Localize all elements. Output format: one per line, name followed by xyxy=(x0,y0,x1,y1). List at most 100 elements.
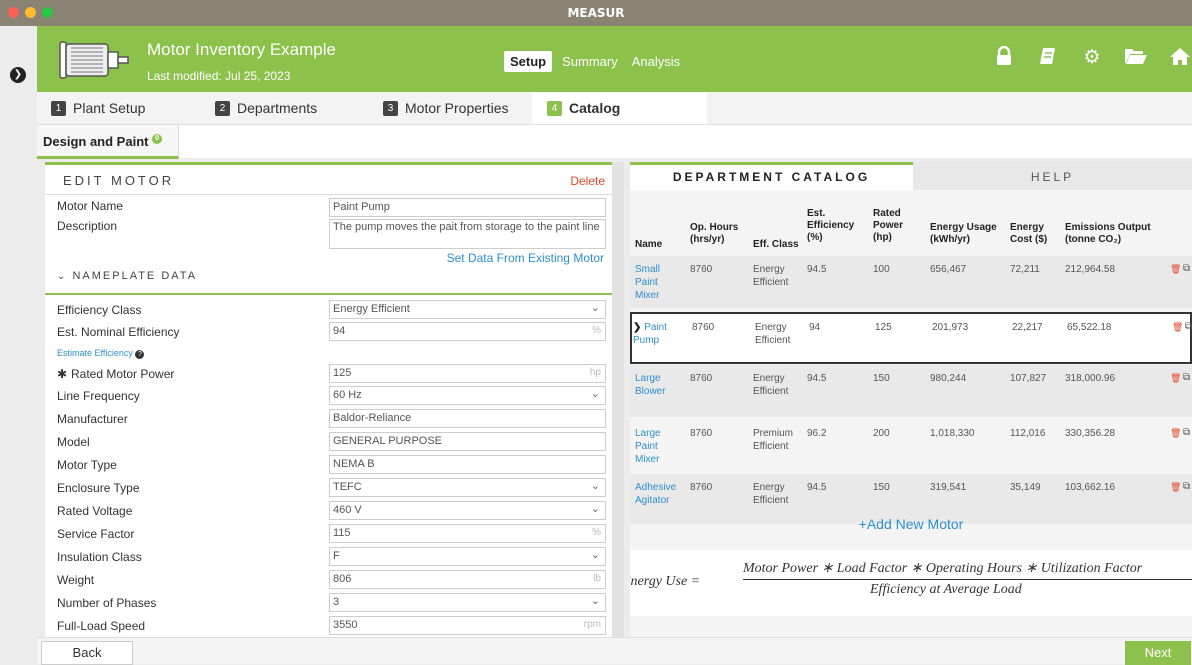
trash-icon[interactable]: 🗑 xyxy=(1172,321,1183,334)
field-label: Full-Load Speed xyxy=(57,619,146,633)
motor-name-link[interactable]: ❯ Paint Pump xyxy=(633,321,678,347)
tab-analysis[interactable]: Analysis xyxy=(628,51,684,72)
field-value: TEFC xyxy=(333,481,362,493)
window-titlebar: MEASUR xyxy=(0,0,1192,26)
unit-label: lb xyxy=(593,573,601,584)
field-value: 125 xyxy=(333,367,352,379)
field-value: Baldor-Reliance xyxy=(333,412,412,424)
field-label: Weight xyxy=(57,573,95,587)
estimate-efficiency-link[interactable]: Estimate Efficiency ? xyxy=(57,348,145,359)
field-value: NEMA B xyxy=(333,458,375,470)
home-icon[interactable] xyxy=(1168,46,1192,71)
trash-icon[interactable]: 🗑 xyxy=(1170,427,1181,440)
description-textarea[interactable]: The pump moves the pait from storage to … xyxy=(329,219,606,249)
table-cell: 100 xyxy=(873,264,890,275)
table-cell: 103,662.16 xyxy=(1065,482,1116,493)
select-field[interactable]: 460 V ⌄ xyxy=(329,501,606,520)
copy-icon[interactable]: ⧉ xyxy=(1183,480,1190,493)
input-field[interactable]: NEMA B xyxy=(329,455,606,474)
tab-design-and-paint[interactable]: Design and Paint 0 xyxy=(37,125,179,159)
field-label: Number of Phases xyxy=(57,596,157,610)
trash-icon[interactable]: 🗑 xyxy=(1170,481,1181,494)
energy-use-formula: Energy Use = Motor Power ∗ Load Factor ∗… xyxy=(630,550,1192,616)
app-title: MEASUR xyxy=(567,6,625,20)
field-label: Motor Type xyxy=(57,458,117,472)
input-field[interactable]: 806 lb xyxy=(329,570,606,589)
motor-name-link[interactable]: Small Paint Mixer xyxy=(635,263,680,302)
trash-icon[interactable]: 🗑 xyxy=(1170,372,1181,385)
field-value: 3 xyxy=(333,596,340,608)
motor-name-link[interactable]: Adhesive Agitator xyxy=(635,481,680,507)
copy-icon[interactable]: ⧉ xyxy=(1185,320,1192,333)
select-field[interactable]: F ⌄ xyxy=(329,547,606,566)
table-row[interactable]: Large Paint Mixer 8760 Premium Efficient 96… xyxy=(630,420,1192,472)
catalog-panel: DEPARTMENT CATALOG HELP Name Op. Hours (… xyxy=(630,162,1192,637)
select-field[interactable]: 60 Hz ⌄ xyxy=(329,386,606,405)
select-field[interactable]: Energy Efficient ⌄ xyxy=(329,300,606,319)
lock-icon[interactable] xyxy=(992,45,1016,71)
select-field[interactable]: TEFC ⌄ xyxy=(329,478,606,497)
trash-icon[interactable]: 🗑 xyxy=(1170,263,1181,276)
input-field[interactable]: 3550 rpm xyxy=(329,616,606,635)
table-cell: 330,356.28 xyxy=(1065,428,1116,439)
table-cell: 8760 xyxy=(690,264,713,275)
field-label: Efficiency Class xyxy=(57,303,142,317)
required-asterisk-icon: ✱ xyxy=(57,367,68,381)
back-button[interactable]: Back xyxy=(41,641,133,665)
tab-help[interactable]: HELP xyxy=(913,162,1192,190)
tab-setup[interactable]: Setup xyxy=(504,51,553,72)
table-cell: Energy Efficient xyxy=(753,482,789,506)
step-departments[interactable]: 2 Departments xyxy=(215,100,317,116)
table-cell: Energy Efficient xyxy=(753,373,789,397)
motor-name-link[interactable]: Large Paint Mixer xyxy=(635,427,680,466)
panel-divider[interactable] xyxy=(612,162,624,637)
help-circle-icon[interactable]: ? xyxy=(135,350,145,359)
set-data-from-existing-link[interactable]: Set Data From Existing Motor xyxy=(345,251,604,265)
table-cell: 980,244 xyxy=(930,373,967,384)
table-row[interactable]: ❯ Paint Pump 8760 Energy Efficient 94 125 201… xyxy=(630,312,1192,364)
header-tabs: Setup Summary Analysis xyxy=(504,51,684,72)
table-row[interactable]: Large Blower 8760 Energy Efficient 94.5 150 9… xyxy=(630,365,1192,417)
input-field[interactable]: GENERAL PURPOSE xyxy=(329,432,606,451)
input-field[interactable]: 94% xyxy=(329,322,606,341)
copy-icon[interactable]: ⧉ xyxy=(1183,426,1190,439)
field-value: Energy Efficient xyxy=(333,303,410,315)
column-header: Energy Usage (kWh/yr) xyxy=(930,222,997,245)
motor-name-input[interactable]: Paint Pump xyxy=(329,198,606,217)
tab-department-catalog[interactable]: DEPARTMENT CATALOG xyxy=(630,162,913,190)
table-cell: 65,522.18 xyxy=(1067,322,1112,333)
delete-motor-link[interactable]: Delete xyxy=(570,174,605,188)
selected-chevron-icon: ❯ xyxy=(633,322,645,333)
field-label: Rated Motor Power xyxy=(71,367,175,381)
folder-open-icon[interactable] xyxy=(1124,46,1148,71)
input-field[interactable]: 125 hp xyxy=(329,364,606,383)
catalog-tabs: DEPARTMENT CATALOG HELP xyxy=(630,162,1192,190)
table-row[interactable]: Small Paint Mixer 8760 Energy Efficient 94.… xyxy=(630,256,1192,308)
step-motor-properties[interactable]: 3 Motor Properties xyxy=(383,100,508,116)
field-label: Service Factor xyxy=(57,527,135,541)
department-tabs: Design and Paint 0 xyxy=(37,124,1192,159)
step-plant-setup[interactable]: 1 Plant Setup xyxy=(51,100,145,116)
field-label: Line Frequency xyxy=(57,389,140,403)
motor-name-link[interactable]: Large Blower xyxy=(635,372,680,398)
copy-icon[interactable]: ⧉ xyxy=(1183,262,1190,275)
table-cell: 112,016 xyxy=(1010,428,1046,439)
gear-icon[interactable]: ⚙ xyxy=(1080,46,1104,71)
step-catalog[interactable]: 4 Catalog xyxy=(547,100,620,116)
tab-summary[interactable]: Summary xyxy=(558,51,622,72)
nameplate-header[interactable]: ⌄ NAMEPLATE DATA xyxy=(57,270,197,282)
add-new-motor-link[interactable]: +Add New Motor xyxy=(630,516,1192,532)
book-icon[interactable] xyxy=(1036,46,1060,71)
edit-motor-header: EDIT MOTOR Delete xyxy=(45,162,612,195)
copy-icon[interactable]: ⧉ xyxy=(1183,371,1190,384)
field-label: Enclosure Type xyxy=(57,481,140,495)
table-cell: 125 xyxy=(875,322,892,333)
column-header: Rated Power (hp) xyxy=(873,208,904,243)
expand-sidebar-icon[interactable]: ❯ xyxy=(10,67,26,83)
select-field[interactable]: 3 ⌄ xyxy=(329,593,606,612)
next-button[interactable]: Next xyxy=(1125,641,1191,665)
input-field[interactable]: Baldor-Reliance xyxy=(329,409,606,428)
table-cell: 8760 xyxy=(690,428,713,439)
input-field[interactable]: 115% xyxy=(329,524,606,543)
field-value: 3550 xyxy=(333,619,358,631)
